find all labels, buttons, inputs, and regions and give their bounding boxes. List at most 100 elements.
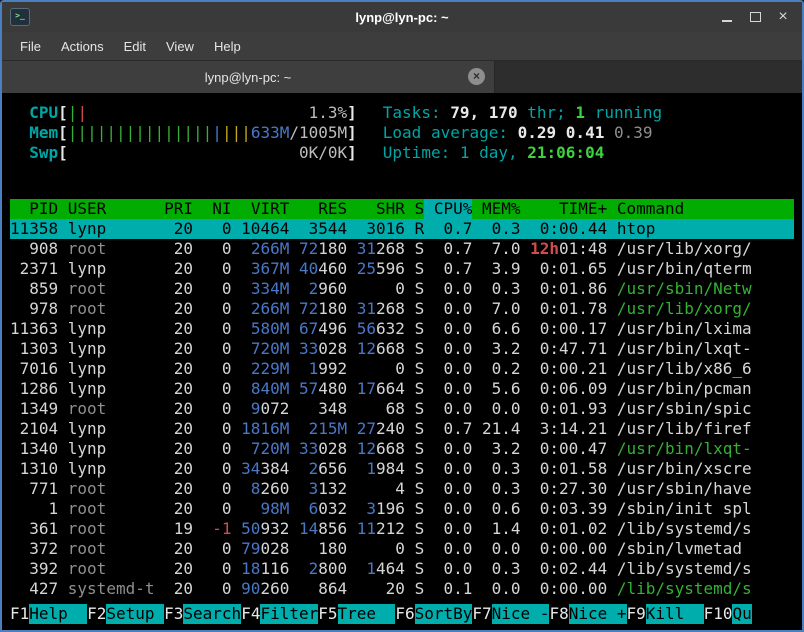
column-header-ni[interactable]: NI	[193, 199, 232, 219]
table-header-row: PIDUSERPRINIVIRTRESSHRSCPU%MEM%TIME+Comm…	[10, 199, 794, 219]
column-header-res[interactable]: RES	[289, 199, 347, 219]
fkey-f5[interactable]: F5	[318, 604, 337, 624]
cell-shr: 4	[347, 479, 405, 499]
column-header-s[interactable]: S	[405, 199, 424, 219]
process-row[interactable]: 1root20098M60323196S0.00.60:03.39/sbin/i…	[10, 499, 794, 519]
cell-mem: 1.4	[472, 519, 520, 539]
cell-virt: 266M	[232, 299, 290, 319]
cell-virt: 720M	[232, 439, 290, 459]
cell-command: /usr/lib/xorg/	[607, 239, 794, 259]
fkey-label-f7[interactable]: Nice -	[492, 604, 550, 624]
fkey-f6[interactable]: F6	[395, 604, 414, 624]
menu-item-view[interactable]: View	[156, 35, 204, 58]
menu-item-actions[interactable]: Actions	[51, 35, 114, 58]
close-icon: ×	[778, 9, 787, 25]
column-header-pri[interactable]: PRI	[154, 199, 193, 219]
fkey-f10[interactable]: F10	[704, 604, 733, 624]
fkey-f2[interactable]: F2	[87, 604, 106, 624]
process-row[interactable]: 361root19-1509321485611212S0.01.40:01.02…	[10, 519, 794, 539]
blue-meter-bars: |	[212, 123, 222, 142]
process-row[interactable]: 1340lynp200720M3302812668S0.03.20:00.47/…	[10, 439, 794, 459]
column-header-virt[interactable]: VIRT	[232, 199, 290, 219]
cell-res: 33028	[289, 439, 347, 459]
cell-mem: 0.6	[472, 499, 520, 519]
bracket-close: ]	[347, 103, 357, 123]
column-header-cpu[interactable]: CPU%	[424, 199, 472, 219]
process-row[interactable]: 859root200334M29600S0.00.30:01.86/usr/sb…	[10, 279, 794, 299]
fkey-label-f8[interactable]: Nice +	[569, 604, 627, 624]
process-row[interactable]: 7016lynp200229M19920S0.00.20:00.21/usr/l…	[10, 359, 794, 379]
column-header-command[interactable]: Command	[607, 199, 794, 219]
cell-res: 215M	[289, 419, 347, 439]
menu-item-file[interactable]: File	[10, 35, 51, 58]
menu-item-edit[interactable]: Edit	[114, 35, 156, 58]
tasks-running-label: running	[595, 103, 662, 123]
cell-time: 0:06.09	[521, 379, 608, 399]
fkey-f4[interactable]: F4	[241, 604, 260, 624]
cell-pri: 20	[154, 379, 193, 399]
tab-terminal[interactable]: lynp@lyn-pc: ~ ×	[2, 61, 495, 93]
fkey-f1[interactable]: F1	[10, 604, 29, 624]
close-button[interactable]: ×	[774, 8, 792, 26]
column-header-pid[interactable]: PID	[10, 199, 58, 219]
process-row[interactable]: 2104lynp2001816M215M27240S0.721.43:14.21…	[10, 419, 794, 439]
maximize-icon	[750, 12, 761, 22]
terminal-content: CPU[||1.3%] Mem[|||||||||||||||||||633M/…	[2, 93, 802, 630]
process-row[interactable]: 427systemd-t2009026086420S0.10.00:00.00/…	[10, 579, 794, 599]
fkey-f7[interactable]: F7	[472, 604, 491, 624]
maximize-button[interactable]	[746, 8, 764, 26]
cell-command: /usr/lib/x86_6	[607, 359, 794, 379]
mem-total: 1005M	[299, 123, 347, 142]
cell-pri: 19	[154, 519, 193, 539]
process-row[interactable]: 392root2001811628001464S0.00.30:02.44/li…	[10, 559, 794, 579]
minimize-button[interactable]	[718, 8, 736, 26]
cell-s: S	[405, 399, 424, 419]
cell-user: lynp	[58, 439, 154, 459]
cell-time: 0:01.02	[521, 519, 608, 539]
fkey-label-f4[interactable]: Filter	[260, 604, 318, 624]
process-row[interactable]: 11363lynp200580M6749656632S0.06.60:00.17…	[10, 319, 794, 339]
process-row[interactable]: 908root200266M7218031268S0.77.012h01:48/…	[10, 239, 794, 259]
fkey-label-f1[interactable]: Help	[29, 604, 87, 624]
process-row[interactable]: 978root200266M7218031268S0.07.00:01.78/u…	[10, 299, 794, 319]
uptime-value: 21:06:04	[527, 143, 604, 163]
cell-pri: 20	[154, 259, 193, 279]
cell-command: /usr/sbin/Netw	[607, 279, 794, 299]
mem-meter-bars: |||||||||||||||||||	[68, 123, 251, 143]
column-header-time[interactable]: TIME+	[521, 199, 608, 219]
cell-mem: 0.3	[472, 219, 520, 239]
bracket-close: ]	[347, 123, 357, 143]
cell-pri: 20	[154, 499, 193, 519]
column-header-user[interactable]: USER	[58, 199, 154, 219]
menu-item-help[interactable]: Help	[204, 35, 251, 58]
process-row[interactable]: 1286lynp200840M5748017664S0.05.60:06.09/…	[10, 379, 794, 399]
fkey-label-f3[interactable]: Search	[183, 604, 241, 624]
fkey-label-f6[interactable]: SortBy	[415, 604, 473, 624]
cell-virt: 79028	[232, 539, 290, 559]
fkey-label-f5[interactable]: Tree	[338, 604, 396, 624]
tasks-threads: 170	[489, 103, 518, 123]
process-row[interactable]: 372root200790281800S0.00.00:00.00/sbin/l…	[10, 539, 794, 559]
tab-close-icon[interactable]: ×	[468, 68, 485, 85]
cell-virt: 580M	[232, 319, 290, 339]
process-row[interactable]: 1349root200907234868S0.00.00:01.93/usr/s…	[10, 399, 794, 419]
fkey-f3[interactable]: F3	[164, 604, 183, 624]
column-header-mem[interactable]: MEM%	[472, 199, 520, 219]
process-row[interactable]: 1303lynp200720M3302812668S0.03.20:47.71/…	[10, 339, 794, 359]
fkey-f8[interactable]: F8	[549, 604, 568, 624]
cell-pri: 20	[154, 459, 193, 479]
cell-pri: 20	[154, 399, 193, 419]
cell-ni: 0	[193, 539, 232, 559]
fkey-f9[interactable]: F9	[627, 604, 646, 624]
process-row[interactable]: 2371lynp200367M4046025596S0.73.90:01.65/…	[10, 259, 794, 279]
fkey-label-f2[interactable]: Setup	[106, 604, 164, 624]
tab-label: lynp@lyn-pc: ~	[205, 70, 292, 85]
column-header-shr[interactable]: SHR	[347, 199, 405, 219]
process-row[interactable]: 11358lynp2001046435443016R0.70.30:00.44h…	[10, 219, 794, 239]
cell-time: 0:03.39	[521, 499, 608, 519]
process-row[interactable]: 771root200826031324S0.00.30:27.30/usr/sb…	[10, 479, 794, 499]
process-row[interactable]: 1310lynp2003438426561984S0.00.30:01.58/u…	[10, 459, 794, 479]
fkey-label-f9[interactable]: Kill	[646, 604, 704, 624]
fkey-label-f10[interactable]: Qu	[732, 604, 751, 624]
cell-s: S	[405, 259, 424, 279]
